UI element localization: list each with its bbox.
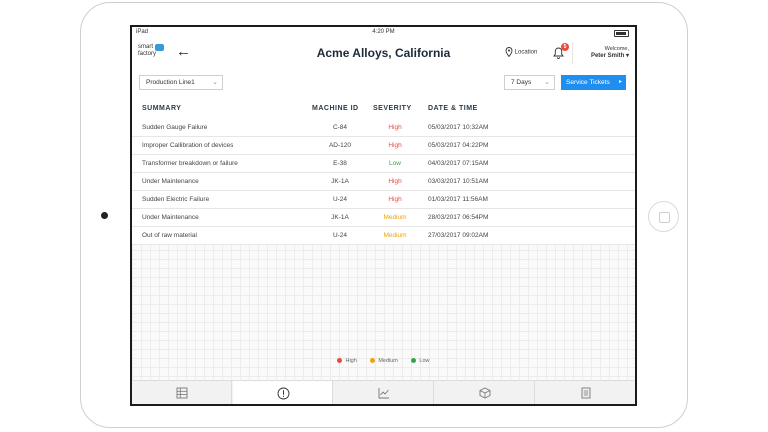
- location-label: Location: [514, 49, 538, 56]
- legend-item-low: Low: [411, 358, 430, 364]
- summary-cell: Sudden Gauge Failure: [142, 124, 208, 131]
- tab-table[interactable]: [132, 381, 232, 404]
- summary-cell: Under Maintenance: [142, 214, 199, 221]
- severity-legend: High Medium Low: [132, 358, 635, 364]
- severity-cell: High: [388, 142, 402, 149]
- datetime-cell: 05/03/2017 10:32AM: [428, 124, 489, 131]
- header-summary: SUMMARY: [142, 105, 182, 112]
- machine-id-cell: E-38: [333, 160, 347, 167]
- status-bar: iPad 4:20 PM: [132, 27, 635, 39]
- incident-table: Sudden Gauge Failure C-84 High 05/03/201…: [132, 119, 635, 245]
- machine-id-cell: C-84: [332, 124, 348, 131]
- table-icon: [176, 387, 188, 399]
- legend-medium-label: Medium: [378, 358, 398, 364]
- notification-badge: 5: [561, 43, 569, 51]
- table-row[interactable]: Improper Callibration of devices AD-120 …: [132, 137, 635, 155]
- location-button[interactable]: Location: [505, 47, 538, 58]
- datetime-cell: 04/03/2017 07:15AM: [428, 160, 489, 167]
- tab-reports[interactable]: [536, 381, 635, 404]
- user-name: Peter Smith: [590, 53, 625, 59]
- header-date-time: DATE & TIME: [428, 105, 478, 112]
- chevron-down-icon: ⌄: [212, 79, 218, 86]
- home-square-icon: [659, 212, 670, 223]
- machine-id-cell: U-24: [332, 196, 348, 203]
- orange-dot-icon: [370, 358, 376, 364]
- summary-cell: Under Maintenance: [142, 178, 199, 185]
- machine-id-cell: U-24: [332, 232, 348, 239]
- table-row[interactable]: Under Maintenance JK-1A High 03/03/2017 …: [132, 173, 635, 191]
- caret-down-icon: ▾: [625, 53, 629, 59]
- production-line-value: Production Line1: [146, 79, 195, 86]
- notifications-button[interactable]: 5: [553, 43, 569, 64]
- service-tickets-button[interactable]: Service Tickets ▸: [561, 75, 626, 90]
- summary-cell: Out of raw material: [142, 232, 197, 239]
- app-screen: iPad 4:20 PM smart factory ← Acme Alloys…: [130, 25, 637, 406]
- table-row[interactable]: Sudden Electric Failure U-24 High 01/03/…: [132, 191, 635, 209]
- table-header: SUMMARY MACHINE ID SEVERITY DATE & TIME: [132, 97, 635, 120]
- machine-id-cell: JK-1A: [331, 214, 349, 221]
- battery-icon: [614, 30, 629, 37]
- location-pin-icon: [505, 47, 513, 58]
- table-row[interactable]: Sudden Gauge Failure C-84 High 05/03/201…: [132, 119, 635, 137]
- camera-dot: [101, 212, 108, 219]
- box-icon: [479, 387, 491, 399]
- caret-right-icon: ▸: [618, 79, 622, 85]
- tab-charts[interactable]: [334, 381, 434, 404]
- datetime-cell: 05/03/2017 04:22PM: [428, 142, 489, 149]
- red-dot-icon: [337, 358, 343, 364]
- severity-cell: Medium: [383, 232, 407, 239]
- legend-item-high: High: [337, 358, 357, 364]
- production-line-select[interactable]: Production Line1 ⌄: [139, 75, 223, 90]
- machine-id-cell: JK-1A: [331, 178, 349, 185]
- service-tickets-label: Service Tickets: [566, 79, 610, 86]
- table-row[interactable]: Under Maintenance JK-1A Medium 28/03/201…: [132, 209, 635, 227]
- alert-icon: [277, 387, 290, 400]
- chevron-down-icon: ⌄: [544, 79, 550, 86]
- tab-inventory[interactable]: [435, 381, 535, 404]
- severity-cell: High: [388, 124, 402, 131]
- table-row[interactable]: Out of raw material U-24 Medium 27/03/20…: [132, 227, 635, 245]
- home-button[interactable]: [648, 201, 679, 232]
- user-menu[interactable]: Welcome, Peter Smith ▾: [583, 46, 629, 59]
- legend-low-label: Low: [419, 358, 430, 364]
- severity-cell: High: [388, 196, 402, 203]
- legend-high-label: High: [345, 358, 357, 364]
- header-divider: [572, 42, 573, 64]
- bottom-tab-bar: [132, 380, 635, 404]
- table-row[interactable]: Transformer breakdown or failure E-38 Lo…: [132, 155, 635, 173]
- severity-cell: High: [388, 178, 402, 185]
- chart-icon: [378, 388, 389, 399]
- legend-item-medium: Medium: [370, 358, 398, 364]
- green-dot-icon: [411, 358, 417, 364]
- datetime-cell: 27/03/2017 09:02AM: [428, 232, 489, 239]
- severity-cell: Medium: [383, 214, 407, 221]
- period-select[interactable]: 7 Days ⌄: [504, 75, 555, 90]
- datetime-cell: 01/03/2017 11:56AM: [428, 196, 488, 203]
- datetime-cell: 03/03/2017 10:51AM: [428, 178, 489, 185]
- summary-cell: Improper Callibration of devices: [142, 142, 234, 149]
- app-header: smart factory ← Acme Alloys, California …: [132, 39, 635, 70]
- machine-id-cell: AD-120: [328, 142, 352, 149]
- datetime-cell: 28/03/2017 06:54PM: [428, 214, 489, 221]
- filter-bar: Production Line1 ⌄ 7 Days ⌄ Service Tick…: [132, 69, 635, 97]
- summary-cell: Transformer breakdown or failure: [142, 160, 238, 167]
- report-icon: [581, 387, 591, 399]
- tab-alerts[interactable]: [233, 381, 333, 404]
- header-severity: SEVERITY: [373, 105, 412, 112]
- period-value: 7 Days: [511, 79, 532, 86]
- header-machine-id: MACHINE ID: [312, 105, 359, 112]
- clock: 4:20 PM: [372, 29, 395, 35]
- severity-cell: Low: [389, 160, 401, 167]
- summary-cell: Sudden Electric Failure: [142, 196, 210, 203]
